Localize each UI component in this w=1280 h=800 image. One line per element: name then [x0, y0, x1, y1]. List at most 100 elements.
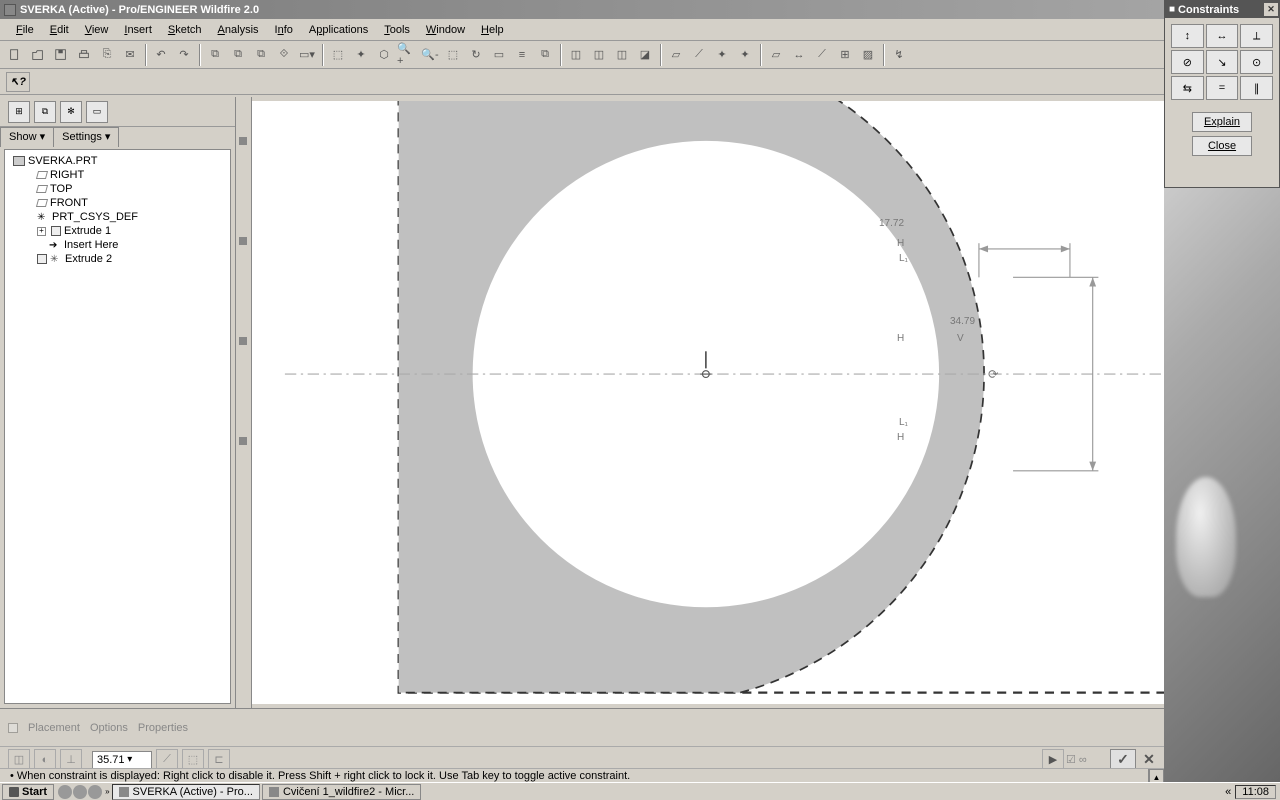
tree-item[interactable]: TOP: [9, 182, 226, 196]
undo-button[interactable]: ↶: [150, 44, 172, 66]
constraint-equal-button[interactable]: =: [1206, 76, 1239, 100]
menu-view[interactable]: View: [77, 22, 117, 38]
constraint-tangent-button[interactable]: ⊘: [1171, 50, 1204, 74]
tree-tab-settings[interactable]: Settings ▾: [53, 127, 119, 147]
show-constraint-button[interactable]: ⟋: [811, 44, 833, 66]
show-vertex-button[interactable]: ▨: [857, 44, 879, 66]
show-grid-button[interactable]: ⊞: [834, 44, 856, 66]
show-dim-button[interactable]: ↔: [788, 44, 810, 66]
zoom-in-button[interactable]: 🔍+: [396, 44, 418, 66]
constraints-explain-button[interactable]: Explain: [1192, 112, 1252, 132]
expand-icon[interactable]: +: [37, 227, 46, 236]
model-tree[interactable]: SVERKA.PRT RIGHT TOP FRONT ✳PRT_CSYS_DEF…: [4, 149, 231, 704]
no-hidden-button[interactable]: ◫: [611, 44, 633, 66]
save-button[interactable]: [50, 44, 72, 66]
paste-special-button[interactable]: ⧉: [250, 44, 272, 66]
mail-button[interactable]: ✉: [119, 44, 141, 66]
sash-handle[interactable]: [239, 137, 247, 145]
tree-filter-icon[interactable]: ⧉: [34, 101, 56, 123]
quicklaunch-icon[interactable]: [73, 785, 87, 799]
dashboard-tab-options[interactable]: Options: [90, 722, 128, 734]
view-mgr-button[interactable]: ⧉: [534, 44, 556, 66]
tray-expand-icon[interactable]: «: [1225, 786, 1231, 798]
menu-analysis[interactable]: Analysis: [210, 22, 267, 38]
constraints-panel-title[interactable]: ■ Constraints ✕: [1165, 1, 1279, 18]
menu-tools[interactable]: Tools: [376, 22, 418, 38]
quicklaunch-icon[interactable]: [58, 785, 72, 799]
shaded-button[interactable]: ◪: [634, 44, 656, 66]
datum-csys-button[interactable]: ✦: [734, 44, 756, 66]
print-button[interactable]: [73, 44, 95, 66]
constraint-vertical-button[interactable]: ↕: [1171, 24, 1204, 48]
tree-item[interactable]: FRONT: [9, 196, 226, 210]
tree-item-insert-here[interactable]: ➔Insert Here: [9, 238, 226, 252]
depth-input[interactable]: 35.71 ▾: [92, 751, 152, 769]
constraints-close-button[interactable]: Close: [1192, 136, 1252, 156]
menu-edit[interactable]: Edit: [42, 22, 77, 38]
refit-button[interactable]: ⬚: [327, 44, 349, 66]
constraint-coincident-button[interactable]: ⊙: [1240, 50, 1273, 74]
paste-button[interactable]: ⧉: [227, 44, 249, 66]
tree-window-icon[interactable]: ▭: [86, 101, 108, 123]
open-button[interactable]: [27, 44, 49, 66]
tree-item[interactable]: RIGHT: [9, 168, 226, 182]
show-plane-button[interactable]: ▱: [765, 44, 787, 66]
datum-plane-button[interactable]: ▱: [665, 44, 687, 66]
taskbar-item[interactable]: Cvičení 1_wildfire2 - Micr...: [262, 784, 421, 800]
constraints-close-icon[interactable]: ✕: [1264, 3, 1278, 16]
layers-button[interactable]: ≡: [511, 44, 533, 66]
datum-axis-button[interactable]: ⟋: [688, 44, 710, 66]
tree-root[interactable]: SVERKA.PRT: [9, 154, 226, 168]
constraint-symmetric-button[interactable]: ⇆: [1171, 76, 1204, 100]
redo-button[interactable]: ↷: [173, 44, 195, 66]
menu-sketch[interactable]: Sketch: [160, 22, 210, 38]
orient-button[interactable]: ↻: [465, 44, 487, 66]
vertical-sash[interactable]: [236, 97, 252, 708]
saved-view-button[interactable]: ▭: [488, 44, 510, 66]
constraint-parallel-button[interactable]: ∥: [1240, 76, 1273, 100]
sketch-canvas[interactable]: ⟳ 17.72 34.79 H L₁ H V L₁ H: [252, 101, 1228, 704]
menu-help[interactable]: Help: [473, 22, 512, 38]
sash-handle[interactable]: [239, 437, 247, 445]
grid-button[interactable]: ✦: [350, 44, 372, 66]
taskbar-item[interactable]: SVERKA (Active) - Pro...: [112, 784, 260, 800]
context-help-button[interactable]: ↖?: [6, 72, 30, 92]
constraint-horizontal-button[interactable]: ↔: [1206, 24, 1239, 48]
regen-button[interactable]: ⟐: [273, 44, 295, 66]
quicklaunch-icon[interactable]: [88, 785, 102, 799]
select-button[interactable]: ▭▾: [296, 44, 318, 66]
menu-insert[interactable]: Insert: [116, 22, 160, 38]
tree-layout-icon[interactable]: ⊞: [8, 101, 30, 123]
sash-handle[interactable]: [239, 237, 247, 245]
dimension-value[interactable]: 34.79: [950, 316, 975, 327]
menu-applications[interactable]: Applications: [301, 22, 376, 38]
tray-clock[interactable]: 11:08: [1235, 785, 1276, 799]
menu-file[interactable]: File: [8, 22, 42, 38]
wireframe-button[interactable]: ◫: [565, 44, 587, 66]
new-button[interactable]: [4, 44, 26, 66]
menu-window[interactable]: Window: [418, 22, 473, 38]
tree-item-extrude2[interactable]: ✳Extrude 2: [9, 252, 226, 266]
copy-button[interactable]: ⎘: [96, 44, 118, 66]
tree-display-icon[interactable]: ✻: [60, 101, 82, 123]
hidden-line-button[interactable]: ◫: [588, 44, 610, 66]
quicklaunch-more-icon[interactable]: »: [105, 787, 109, 796]
zoom-out-button[interactable]: 🔍-: [419, 44, 441, 66]
zoom-fit-button[interactable]: ⬚: [442, 44, 464, 66]
snap-button[interactable]: ⬡: [373, 44, 395, 66]
tree-item-extrude1[interactable]: +Extrude 1: [9, 224, 226, 238]
sash-handle[interactable]: [239, 337, 247, 345]
tree-item[interactable]: ✳PRT_CSYS_DEF: [9, 210, 226, 224]
copy2-button[interactable]: ⧉: [204, 44, 226, 66]
constraint-midpoint-button[interactable]: ↘: [1206, 50, 1239, 74]
dimension-value[interactable]: 17.72: [879, 218, 904, 229]
tree-tab-show[interactable]: Show ▾: [0, 127, 54, 147]
menu-info[interactable]: Info: [267, 22, 301, 38]
constraint-perpendicular-button[interactable]: ⟂: [1240, 24, 1273, 48]
sketch-setup-button[interactable]: ↯: [888, 44, 910, 66]
dashboard-tab-placement[interactable]: Placement: [28, 722, 80, 734]
start-button[interactable]: Start: [2, 784, 54, 800]
message-scrollbar[interactable]: ▲: [1148, 769, 1164, 782]
dashboard-tab-properties[interactable]: Properties: [138, 722, 188, 734]
datum-point-button[interactable]: ✦: [711, 44, 733, 66]
